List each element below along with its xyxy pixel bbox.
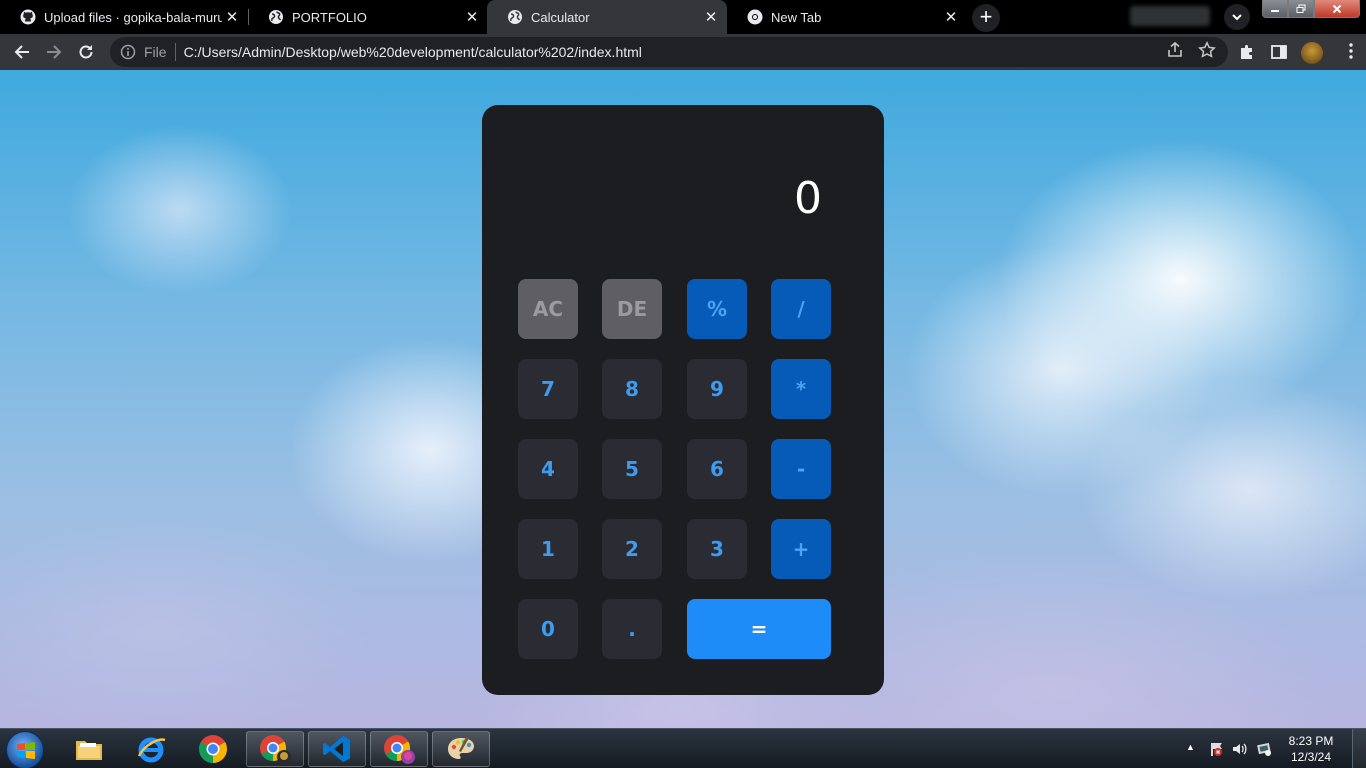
taskbar-clock[interactable]: 8:23 PM 12/3/24 [1280,733,1342,765]
side-panel-icon[interactable] [1270,43,1288,61]
taskbar-paint[interactable] [432,731,490,767]
tray-expand-button[interactable]: ▲ [1186,742,1202,758]
key-decimal[interactable]: . [602,599,662,659]
key-plus[interactable]: + [771,519,831,579]
calculator: 0 AC DE % / 7 8 9 * 4 5 6 - 1 2 3 + 0 . … [482,105,884,695]
forward-button[interactable] [40,38,68,66]
tab-github[interactable]: Upload files · gopika-bala-murug ✕ [0,0,248,34]
tab-new-tab[interactable]: New Tab ✕ [727,0,967,34]
github-icon [20,9,36,25]
clock-time: 8:23 PM [1288,734,1334,748]
address-scheme-label: File [144,44,167,60]
window-close-button[interactable] [1314,0,1360,18]
address-url[interactable]: C:/Users/Admin/Desktop/web%20development… [184,44,642,60]
key-multiply[interactable]: * [771,359,831,419]
profile-avatar[interactable] [1301,42,1323,64]
windows-taskbar: ▲ 8:23 PM 12/3/24 [0,728,1366,768]
tab-title: PORTFOLIO [292,9,367,25]
tab-portfolio[interactable]: PORTFOLIO ✕ [248,0,488,34]
browser-menu-icon[interactable] [1342,43,1360,61]
info-icon[interactable] [120,44,136,60]
windows-logo-icon [17,742,35,759]
blurred-extension-area [1130,6,1210,26]
key-4[interactable]: 4 [518,439,578,499]
minimize-icon [1271,9,1279,12]
share-icon[interactable] [1166,41,1184,59]
browser-toolbar: File C:/Users/Admin/Desktop/web%20develo… [0,34,1366,70]
taskbar-chrome-2[interactable] [370,731,428,767]
tab-title: Calculator [531,9,590,25]
start-button[interactable] [6,731,44,768]
back-button[interactable] [8,38,36,66]
chrome-icon [199,735,227,763]
chevron-down-icon [1232,14,1242,21]
key-minus[interactable]: - [771,439,831,499]
tab-title: New Tab [771,9,822,25]
taskbar-chrome-profile[interactable] [246,731,304,767]
vscode-icon [323,736,350,762]
volume-icon[interactable] [1232,741,1248,757]
chrome-icon [747,9,763,25]
calculator-display: 0 [794,173,822,224]
tab-title: Upload files · gopika-bala-murug [44,9,222,25]
tab-calculator[interactable]: Calculator ✕ [487,0,727,34]
key-0[interactable]: 0 [518,599,578,659]
key-3[interactable]: 3 [687,519,747,579]
folder-icon [76,741,102,760]
tab-close-icon[interactable]: ✕ [941,8,961,26]
tab-close-icon[interactable]: ✕ [222,8,242,26]
new-tab-button[interactable]: + [972,4,1000,32]
reload-icon [79,45,93,59]
show-desktop-button[interactable] [1352,729,1366,768]
bookmark-star-icon[interactable] [1198,41,1216,59]
key-percent[interactable]: % [687,279,747,339]
taskbar-chrome[interactable] [184,731,242,767]
extensions-puzzle-icon[interactable] [1238,43,1256,61]
tab-strip: Upload files · gopika-bala-murug ✕ PORTF… [0,0,1366,34]
globe-icon [269,10,283,24]
forward-arrow-icon [47,45,62,59]
key-8[interactable]: 8 [602,359,662,419]
network-icon[interactable] [1256,741,1272,757]
key-6[interactable]: 6 [687,439,747,499]
more-vertical-icon [1349,43,1353,59]
window-restore-button[interactable] [1288,0,1314,18]
close-icon [1332,4,1342,13]
taskbar-file-explorer[interactable] [60,731,118,767]
key-equals[interactable]: = [687,599,831,659]
window-minimize-button[interactable] [1262,0,1288,18]
key-7[interactable]: 7 [518,359,578,419]
back-arrow-icon [14,45,29,59]
action-center-flag-icon[interactable] [1208,741,1224,757]
address-bar[interactable]: File C:/Users/Admin/Desktop/web%20develo… [110,37,1228,67]
address-divider [174,43,176,61]
chrome-profile-icon [384,735,415,764]
paint-palette-icon [448,737,474,759]
taskbar-internet-explorer[interactable] [122,731,180,767]
key-delete[interactable]: DE [602,279,662,339]
page-background-sky: 0 AC DE % / 7 8 9 * 4 5 6 - 1 2 3 + 0 . … [0,70,1366,728]
tab-close-icon[interactable]: ✕ [701,8,721,26]
key-divide[interactable]: / [771,279,831,339]
chrome-profile-icon [260,735,291,764]
tab-close-icon[interactable]: ✕ [462,8,482,26]
key-2[interactable]: 2 [602,519,662,579]
reload-button[interactable] [72,38,100,66]
key-all-clear[interactable]: AC [518,279,578,339]
clock-date: 12/3/24 [1290,750,1332,764]
key-9[interactable]: 9 [687,359,747,419]
taskbar-vscode[interactable] [308,731,366,767]
tab-search-button[interactable] [1224,4,1250,30]
restore-icon [1296,4,1306,13]
key-5[interactable]: 5 [602,439,662,499]
globe-icon [508,10,522,24]
internet-explorer-icon [137,737,166,763]
key-1[interactable]: 1 [518,519,578,579]
